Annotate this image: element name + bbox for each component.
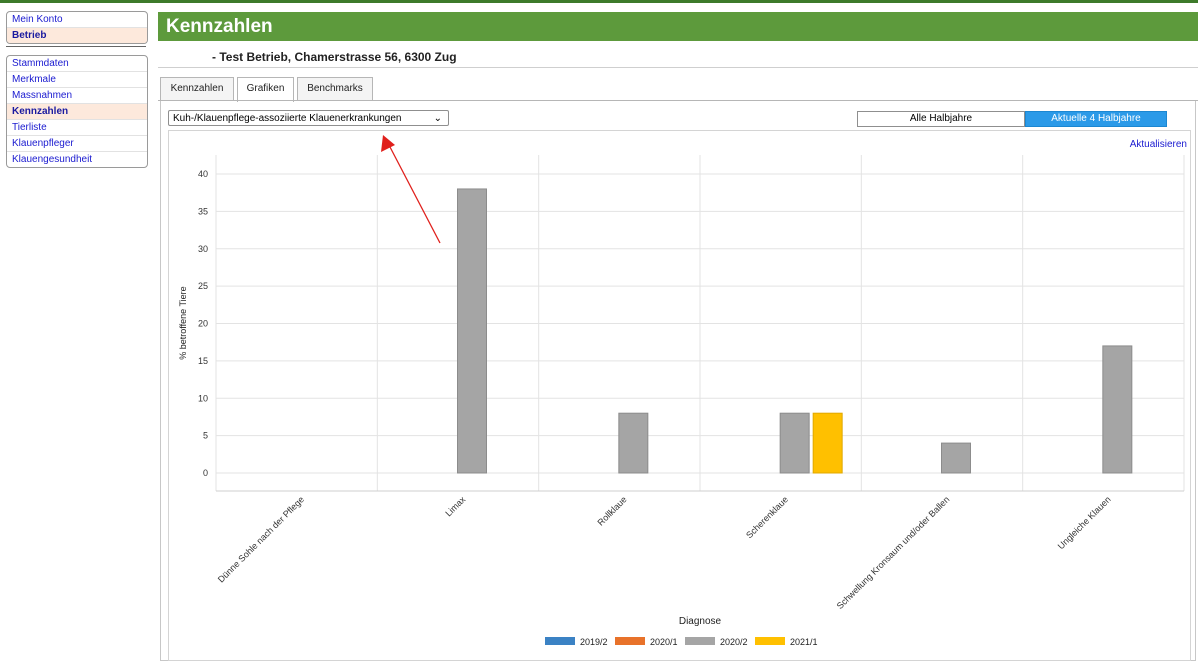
legend-swatch	[615, 637, 645, 645]
y-tick-label: 15	[198, 356, 208, 366]
bar	[779, 412, 810, 474]
y-tick-label: 20	[198, 319, 208, 329]
bar	[812, 412, 843, 474]
bar	[941, 442, 971, 474]
legend-swatch	[545, 637, 575, 645]
bar	[1102, 345, 1133, 474]
x-tick-label: Scherenklaue	[744, 494, 790, 540]
y-tick-label: 25	[198, 281, 208, 291]
legend-label: 2020/1	[650, 637, 678, 647]
y-tick-label: 10	[198, 393, 208, 403]
x-tick-label: Ungleiche Klauen	[1056, 494, 1113, 551]
y-tick-label: 30	[198, 244, 208, 254]
y-tick-label: 40	[198, 169, 208, 179]
y-tick-label: 5	[203, 431, 208, 441]
x-axis-title: Diagnose	[679, 616, 722, 627]
x-tick-label: Dünne Sohle nach der Pflege	[216, 494, 306, 584]
x-tick-label: Schwellung Kronsaum und/oder Ballen	[835, 494, 952, 611]
annotation-arrow-head	[381, 135, 395, 152]
y-axis-title: % betroffene Tiere	[178, 286, 188, 359]
bar-chart: 0 5 10 15 20 25 30 35 40 Dünne Sohle nach der Pfl…	[178, 135, 1185, 647]
annotation-arrow-line	[389, 146, 441, 244]
x-tick-label: Rollklaue	[595, 494, 628, 527]
legend-label: 2021/1	[790, 637, 818, 647]
y-tick-label: 35	[198, 206, 208, 216]
x-tick-label: Limax	[443, 494, 467, 518]
bar	[457, 188, 487, 474]
legend-label: 2020/2	[720, 637, 748, 647]
legend-label: 2019/2	[580, 637, 608, 647]
legend-swatch	[755, 637, 785, 645]
legend-swatch	[685, 637, 715, 645]
y-tick-label: 0	[203, 468, 208, 478]
bar	[618, 412, 649, 474]
